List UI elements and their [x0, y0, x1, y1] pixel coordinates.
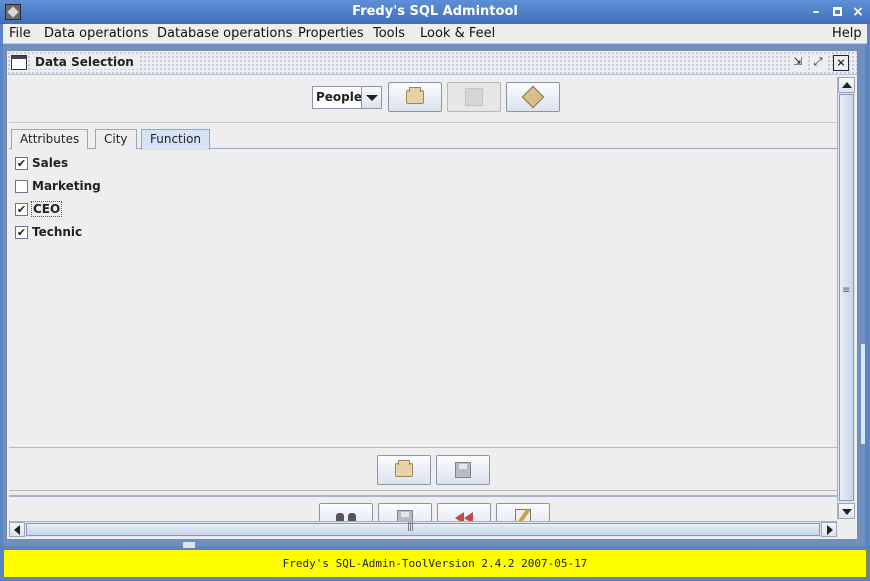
blank-icon: [465, 88, 483, 106]
scroll-right-button[interactable]: [821, 522, 837, 537]
scroll-left-button[interactable]: [9, 522, 25, 537]
open-folder-icon: [406, 87, 424, 104]
minimize-button[interactable]: –: [807, 3, 825, 21]
checkbox-box[interactable]: [15, 180, 28, 193]
content-panel: People Attributes City Function ✔ Sales: [9, 77, 837, 533]
menu-file[interactable]: File: [9, 26, 31, 41]
disabled-button[interactable]: [447, 82, 501, 112]
desktop-scrollbar-grip: [183, 542, 195, 548]
frame-title: Data Selection: [31, 55, 138, 69]
package-box-icon: [521, 85, 545, 109]
menu-data-operations[interactable]: Data operations: [44, 26, 148, 41]
checkbox-box[interactable]: ✔: [15, 157, 28, 170]
data-selection-frame: Data Selection ⇲ ⤢ × People Attributes C…: [6, 50, 858, 540]
table-select-value: People: [316, 90, 363, 104]
menu-properties[interactable]: Properties: [298, 26, 364, 41]
horizontal-scrollbar[interactable]: [9, 521, 837, 537]
checkbox-label: Technic: [32, 225, 83, 239]
save-disk-icon: [455, 462, 471, 478]
scroll-up-button[interactable]: [838, 77, 855, 93]
vertical-scrollbar[interactable]: [837, 77, 855, 519]
menu-tools[interactable]: Tools: [373, 26, 405, 41]
frame-title-bar[interactable]: Data Selection ⇲ ⤢ ×: [7, 51, 857, 75]
checkbox-label: CEO: [31, 201, 63, 217]
horizontal-scroll-thumb[interactable]: [26, 522, 820, 536]
function-tab-panel: ✔ Sales Marketing ✔ CEO ✔ Technic: [9, 149, 837, 447]
window-title-bar: Fredy's SQL Admintool – ×: [0, 0, 870, 24]
table-select[interactable]: People: [312, 86, 382, 109]
menu-bar: File Data operations Database operations…: [3, 24, 867, 44]
frame-window-icon: [11, 55, 27, 70]
scroll-down-button[interactable]: [838, 503, 855, 519]
checkbox-box[interactable]: ✔: [15, 203, 28, 216]
tab-function[interactable]: Function: [141, 129, 211, 150]
bottom-action-panel: [9, 495, 837, 533]
open-button[interactable]: [388, 82, 442, 112]
tab-attributes[interactable]: Attributes: [11, 129, 89, 149]
status-bar: Fredy's SQL-Admin-ToolVersion 2.4.2 2007…: [3, 549, 867, 578]
tab-city[interactable]: City: [95, 129, 137, 149]
frame-close-button[interactable]: ×: [833, 55, 849, 71]
menu-look-and-feel[interactable]: Look & Feel: [420, 26, 495, 41]
tab-bar: Attributes City Function: [9, 125, 837, 150]
top-toolbar: People: [9, 77, 837, 123]
package-button[interactable]: [506, 82, 560, 112]
maximize-button[interactable]: [828, 3, 846, 21]
vertical-scroll-thumb[interactable]: [839, 94, 854, 501]
window-title: Fredy's SQL Admintool: [352, 4, 518, 19]
load-selection-button[interactable]: [377, 455, 431, 485]
selection-action-panel: [9, 447, 837, 491]
checkbox-label: Sales: [32, 156, 69, 170]
checkbox-label: Marketing: [32, 179, 101, 193]
checkbox-box[interactable]: ✔: [15, 226, 28, 239]
frame-iconify-button[interactable]: ⇲: [790, 55, 806, 71]
chevron-down-icon[interactable]: [361, 87, 381, 108]
frame-maximize-button[interactable]: ⤢: [810, 55, 826, 71]
menu-database-operations[interactable]: Database operations: [157, 26, 292, 41]
open-folder-icon: [395, 460, 413, 477]
save-selection-button[interactable]: [436, 455, 490, 485]
close-button[interactable]: ×: [849, 3, 867, 21]
menu-help[interactable]: Help: [832, 26, 862, 41]
desktop-scrollbar-fragment: [861, 344, 865, 444]
maximize-icon: [832, 7, 842, 16]
